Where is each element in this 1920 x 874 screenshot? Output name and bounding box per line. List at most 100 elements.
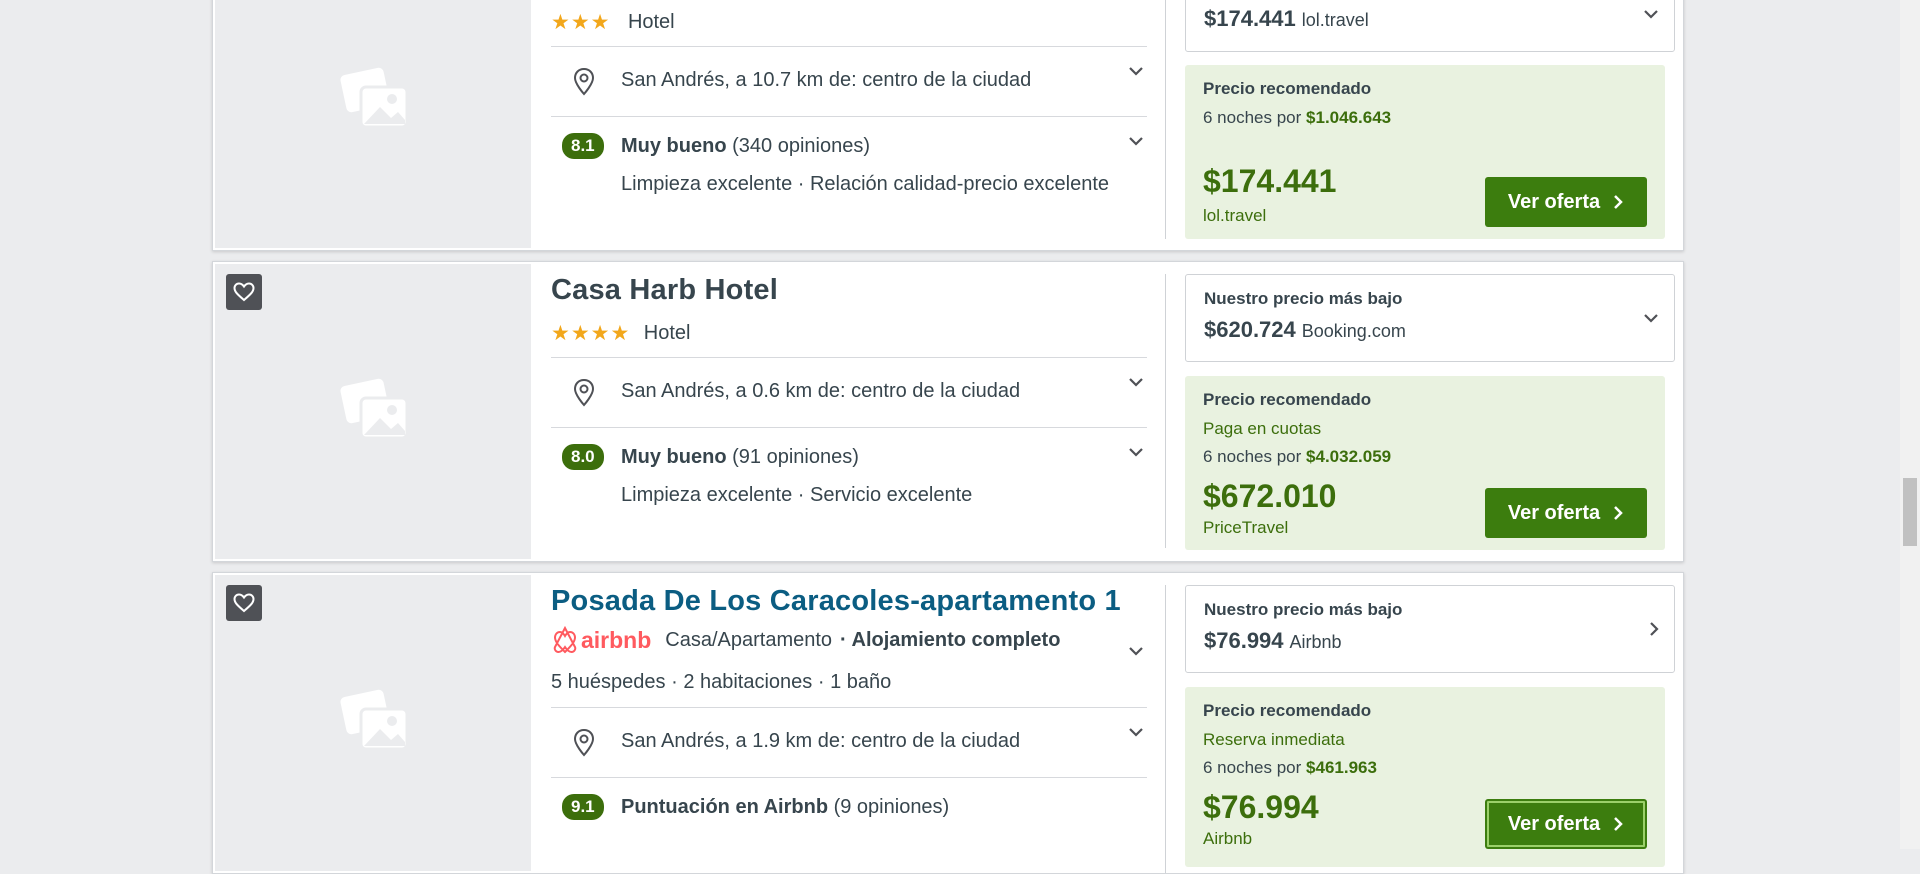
- payment-tag: Paga en cuotas: [1203, 419, 1322, 438]
- chevron-down-icon[interactable]: [1127, 726, 1145, 738]
- booking-tag: Reserva inmediata: [1203, 730, 1345, 749]
- recommended-label: Precio recomendado: [1203, 79, 1372, 98]
- heart-icon: [233, 282, 255, 302]
- chevron-down-icon[interactable]: [1642, 312, 1660, 324]
- image-placeholder-icon: [340, 689, 409, 751]
- star-icon: ★: [551, 322, 570, 345]
- property-details: 5 huéspedes · 2 habitaciones · 1 baño: [551, 671, 892, 693]
- heart-icon: [233, 593, 255, 613]
- nights-total: 6 noches por $461.963: [1203, 758, 1377, 778]
- nights-label: 6 noches por: [1203, 447, 1302, 466]
- property-meta: airbnb Casa/Apartamento · Alojamiento co…: [551, 625, 1060, 655]
- recommended-price: $174.441: [1203, 163, 1337, 199]
- hotel-card[interactable]: Posada De Los Caracoles-apartamento 1 ai…: [212, 572, 1684, 874]
- recommended-price-box: Precio recomendado 6 noches por $1.046.6…: [1185, 65, 1665, 239]
- location-text: San Andrés, a 1.9 km de: centro de la ci…: [621, 730, 1021, 752]
- location-row[interactable]: San Andrés, a 1.9 km de: centro de la ci…: [551, 707, 1147, 778]
- location-row[interactable]: San Andrés, a 10.7 km de: centro de la c…: [551, 46, 1147, 117]
- lowest-price: $620.724 Booking.com: [1204, 317, 1406, 343]
- image-placeholder-icon: [340, 378, 409, 440]
- vertical-scrollbar[interactable]: [1900, 0, 1920, 849]
- hotel-photo[interactable]: [215, 575, 531, 871]
- favorite-button[interactable]: [226, 274, 262, 310]
- map-pin-icon: [573, 378, 595, 407]
- chevron-down-icon[interactable]: [1127, 376, 1145, 388]
- star-icon: ★: [610, 322, 630, 345]
- recommended-label: Precio recomendado: [1203, 701, 1372, 720]
- chevron-down-icon[interactable]: [1127, 645, 1145, 657]
- location-text: San Andrés, a 10.7 km de: centro de la c…: [621, 69, 1032, 91]
- review-summary: Puntuación en Airbnb (9 opiniones): [621, 796, 949, 819]
- lowest-price-label: Nuestro precio más bajo: [1204, 600, 1403, 619]
- chevron-down-icon[interactable]: [1127, 135, 1145, 147]
- airbnb-symbol-icon: [553, 625, 577, 654]
- review-summary: Muy bueno (91 opiniones): [621, 446, 859, 469]
- lowest-price-box[interactable]: Nuestro precio más bajo $620.724 Booking.…: [1185, 274, 1675, 362]
- lowest-price-label: Nuestro precio más bajo: [1204, 289, 1403, 308]
- rating-word: Muy bueno: [621, 135, 727, 157]
- star-rating: ★ ★ ★ ★: [551, 323, 629, 344]
- recommended-price: $76.994: [1203, 789, 1319, 825]
- chevron-down-icon[interactable]: [1127, 446, 1145, 458]
- hotel-photo[interactable]: [215, 0, 531, 248]
- property-type: Casa/Apartamento: [665, 628, 833, 651]
- chevron-down-icon[interactable]: [1127, 65, 1145, 77]
- review-row[interactable]: 9.1 Puntuación en Airbnb (9 opiniones): [551, 777, 1147, 873]
- hotel-card[interactable]: ★ ★ ★ Hotel San Andrés, a 10.7 km de: cent…: [212, 0, 1684, 251]
- favorite-button[interactable]: [226, 585, 262, 621]
- star-icon: ★: [590, 322, 610, 345]
- lowest-price-value: $620.724: [1204, 317, 1296, 342]
- divider: [1165, 0, 1166, 239]
- score-badge: 8.1: [562, 133, 604, 159]
- lowest-price-value: $76.994: [1204, 628, 1284, 653]
- total-price: $4.032.059: [1306, 447, 1392, 466]
- map-pin-icon: [573, 67, 595, 96]
- star-icon: ★: [551, 11, 570, 34]
- scrollbar-thumb[interactable]: [1903, 478, 1917, 546]
- star-rating: ★ ★ ★: [551, 12, 609, 33]
- view-deal-button[interactable]: Ver oferta: [1485, 177, 1647, 227]
- review-count: (9 opiniones): [833, 796, 950, 818]
- divider: [1165, 274, 1166, 548]
- map-pin-icon: [573, 728, 595, 757]
- nights-total: 6 noches por $4.032.059: [1203, 447, 1391, 467]
- chevron-down-icon[interactable]: [1642, 8, 1660, 20]
- hotel-name[interactable]: Casa Harb Hotel: [551, 274, 778, 307]
- rating-word: Muy bueno: [621, 446, 727, 468]
- review-highlights: Limpieza excelente · Servicio excelente: [621, 484, 973, 506]
- view-deal-button[interactable]: Ver oferta: [1485, 799, 1647, 849]
- divider: [1165, 585, 1166, 873]
- nights-label: 6 noches por: [1203, 758, 1302, 777]
- recommended-price-box: Precio recomendado Paga en cuotas 6 noch…: [1185, 376, 1665, 550]
- view-deal-label: Ver oferta: [1507, 190, 1601, 213]
- rating-word: Puntuación en Airbnb: [621, 796, 829, 818]
- airbnb-wordmark: airbnb: [581, 626, 652, 653]
- recommended-provider: Airbnb: [1203, 829, 1253, 848]
- star-icon: ★: [570, 322, 590, 345]
- recommended-price: $672.010: [1203, 478, 1337, 514]
- lowest-price-box[interactable]: $174.441 lol.travel: [1185, 0, 1675, 52]
- review-row[interactable]: 8.0 Muy bueno (91 opiniones) Limpieza ex…: [551, 427, 1147, 528]
- recommended-provider: lol.travel: [1203, 206, 1267, 225]
- recommended-price-box: Precio recomendado Reserva inmediata 6 n…: [1185, 687, 1665, 867]
- nights-total: 6 noches por $1.046.643: [1203, 108, 1391, 128]
- total-price: $1.046.643: [1306, 108, 1392, 127]
- lowest-price-box[interactable]: Nuestro precio más bajo $76.994 Airbnb: [1185, 585, 1675, 673]
- view-deal-button[interactable]: Ver oferta: [1485, 488, 1647, 538]
- chevron-right-icon[interactable]: [1648, 620, 1660, 638]
- hotel-photo[interactable]: [215, 264, 531, 559]
- view-deal-label: Ver oferta: [1507, 812, 1601, 835]
- property-type: Hotel: [627, 11, 675, 33]
- total-price: $461.963: [1306, 758, 1377, 777]
- score-badge: 9.1: [562, 794, 604, 820]
- review-row[interactable]: 8.1 Muy bueno (340 opiniones) Limpieza e…: [551, 116, 1147, 217]
- chevron-right-icon: [1614, 506, 1623, 520]
- hotel-name[interactable]: Posada De Los Caracoles-apartamento 1: [551, 585, 1121, 618]
- location-text: San Andrés, a 0.6 km de: centro de la ci…: [621, 380, 1021, 402]
- lowest-price-value: $174.441: [1204, 6, 1296, 31]
- lowest-price: $76.994 Airbnb: [1204, 628, 1342, 654]
- property-type-extra: · Alojamiento completo: [840, 628, 1061, 651]
- hotel-card[interactable]: Casa Harb Hotel ★ ★ ★ ★ Hotel San Andrés, a…: [212, 261, 1684, 562]
- star-icon: ★: [590, 11, 610, 34]
- location-row[interactable]: San Andrés, a 0.6 km de: centro de la ci…: [551, 357, 1147, 428]
